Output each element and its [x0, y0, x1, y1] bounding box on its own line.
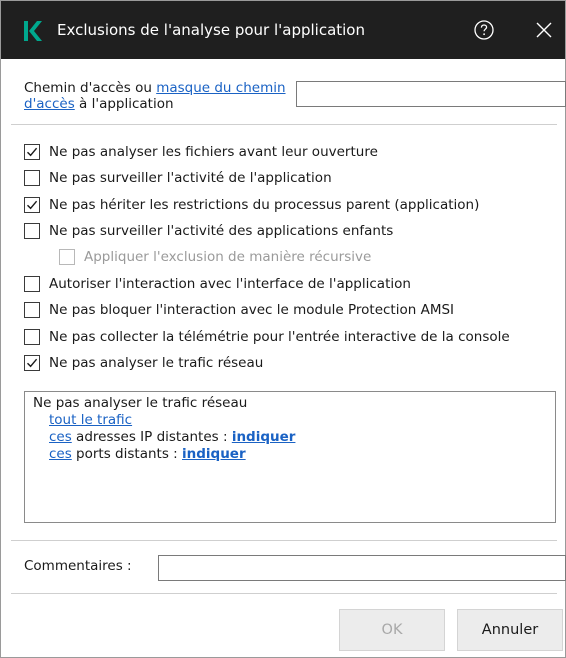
checkbox[interactable] [24, 276, 40, 292]
kaspersky-logo-icon [24, 21, 42, 41]
checkmark-icon [27, 147, 38, 157]
option-row[interactable]: Ne pas analyser les fichiers avant leur … [24, 142, 378, 162]
option-label: Ne pas bloquer l'interaction avec le mod… [49, 302, 455, 318]
option-label: Ne pas hériter les restrictions du proce… [49, 197, 480, 213]
option-label: Ne pas collecter la télémétrie pour l'en… [49, 329, 510, 345]
comments-label: Commentaires : [24, 558, 132, 574]
checkmark-icon [27, 358, 38, 368]
option-label: Ne pas surveiller l'activité de l'applic… [49, 170, 332, 186]
all-traffic-link[interactable]: tout le trafic [49, 412, 132, 428]
option-row[interactable]: Ne pas surveiller l'activité des applica… [24, 221, 393, 241]
option-row[interactable]: Ne pas bloquer l'interaction avec le mod… [24, 300, 454, 320]
help-circle-icon[interactable] [473, 19, 495, 41]
checkbox[interactable] [24, 223, 40, 239]
divider [11, 540, 557, 541]
checkbox-checked[interactable] [24, 197, 40, 213]
exclusions-dialog: Exclusions de l'analyse pour l'applicati… [0, 0, 566, 658]
option-label: Autoriser l'interaction avec l'interface… [49, 276, 411, 292]
checkbox-checked[interactable] [24, 355, 40, 371]
remote-ip-line: ces adresses IP distantes : indiquer [33, 429, 547, 446]
path-label-text-after: à l'application [74, 96, 174, 112]
close-icon[interactable] [533, 19, 555, 41]
option-label: Appliquer l'exclusion de manière récursi… [84, 249, 372, 265]
checkbox[interactable] [24, 329, 40, 345]
checkbox [59, 249, 75, 265]
option-row[interactable]: Ne pas collecter la télémétrie pour l'en… [24, 327, 510, 347]
comments-input[interactable] [158, 555, 566, 581]
option-row[interactable]: Ne pas analyser le trafic réseau [24, 353, 263, 373]
ip-indiquer-link[interactable]: indiquer [232, 429, 296, 445]
option-row: Appliquer l'exclusion de manière récursi… [59, 247, 371, 267]
option-row[interactable]: Ne pas hériter les restrictions du proce… [24, 195, 479, 215]
divider [11, 124, 557, 125]
dialog-title: Exclusions de l'analyse pour l'applicati… [57, 21, 365, 39]
port-line-text: ports distants : [71, 446, 182, 462]
option-row[interactable]: Ne pas surveiller l'activité de l'applic… [24, 168, 332, 188]
port-indiquer-link[interactable]: indiquer [182, 446, 246, 462]
checkbox[interactable] [24, 302, 40, 318]
ip-line-text: adresses IP distantes : [71, 429, 232, 445]
option-row[interactable]: Autoriser l'interaction avec l'interface… [24, 274, 411, 294]
title-bar: Exclusions de l'analyse pour l'applicati… [1, 1, 565, 59]
option-label: Ne pas analyser les fichiers avant leur … [49, 144, 378, 160]
checkmark-icon [27, 200, 38, 210]
checkbox-checked[interactable] [24, 144, 40, 160]
ok-button[interactable]: OK [339, 609, 445, 651]
option-label: Ne pas surveiller l'activité des applica… [49, 223, 394, 239]
port-ces-link[interactable]: ces [49, 446, 72, 462]
path-label-text-before: Chemin d'accès ou [24, 80, 157, 96]
remote-port-line: ces ports distants : indiquer [33, 446, 547, 463]
traffic-settings-box: Ne pas analyser le trafic réseau tout le… [24, 391, 556, 523]
ip-ces-link[interactable]: ces [49, 429, 72, 445]
checkbox[interactable] [24, 170, 40, 186]
traffic-box-heading: Ne pas analyser le trafic réseau [33, 395, 248, 411]
divider [11, 593, 557, 594]
path-field-label: Chemin d'accès ou masque du chemin d'acc… [24, 80, 299, 112]
option-label: Ne pas analyser le trafic réseau [49, 355, 264, 371]
application-path-input[interactable] [296, 81, 566, 107]
cancel-button[interactable]: Annuler [457, 609, 563, 651]
